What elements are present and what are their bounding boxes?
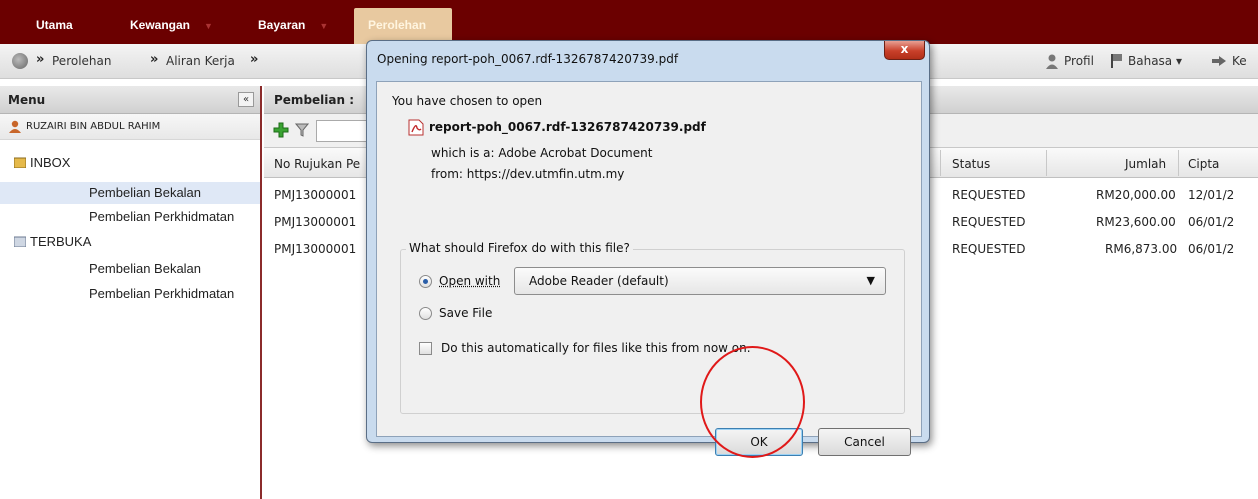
dialog-title: Opening report-poh_0067.rdf-132678742073…	[377, 52, 679, 66]
dialog-file-source: from: https://dev.utmfin.utm.my	[431, 167, 625, 181]
user-icon	[9, 120, 21, 133]
chevron-down-icon: ▼	[866, 274, 875, 287]
breadcrumb-aliran-kerja[interactable]: Aliran Kerja	[166, 54, 235, 68]
open-file-dialog: Opening report-poh_0067.rdf-132678742073…	[366, 40, 930, 456]
auto-action-label[interactable]: Do this automatically for files like thi…	[441, 341, 751, 355]
add-icon[interactable]	[273, 122, 289, 138]
profile-link[interactable]: Profil	[1064, 54, 1094, 68]
open-with-radio[interactable]	[419, 275, 432, 288]
menu-header: Menu «	[0, 86, 260, 114]
home-icon[interactable]	[12, 53, 28, 69]
cell-ref: PMJ13000001	[274, 215, 357, 229]
filter-icon[interactable]	[295, 122, 309, 138]
sidebar-item-inbox-pembelian-perkhidmatan[interactable]: Pembelian Perkhidmatan	[89, 209, 234, 224]
cell-ref: PMJ13000001	[274, 242, 357, 256]
logout-link[interactable]: Ke	[1232, 54, 1247, 68]
cell-status: REQUESTED	[952, 242, 1026, 256]
top-navigation-bar: Utama Kewangan ▼ Bayaran ▼ Perolehan	[0, 0, 1258, 44]
dialog-intro: You have chosen to open	[392, 94, 543, 108]
breadcrumb-separator: »	[36, 52, 45, 67]
cell-created: 12/01/2	[1188, 188, 1235, 202]
user-name: RUZAIRI BIN ABDUL RAHIM	[26, 121, 161, 132]
chevron-down-icon: ▼	[319, 21, 329, 31]
breadcrumb-separator: »	[250, 52, 259, 67]
collapse-button[interactable]: «	[238, 92, 254, 107]
nav-tab-utama[interactable]: Utama	[36, 8, 73, 44]
close-button[interactable]: x	[884, 41, 925, 60]
breadcrumb-separator: »	[150, 52, 159, 67]
cell-amount: RM6,873.00	[1105, 242, 1178, 256]
application-select-value: Adobe Reader (default)	[529, 274, 669, 288]
save-file-radio[interactable]	[419, 307, 432, 320]
nav-tab-label: Kewangan	[130, 18, 191, 32]
highlight-circle-annotation	[700, 346, 805, 458]
cell-amount: RM23,600.00	[1096, 215, 1176, 229]
nav-tab-label: Bayaran	[258, 18, 306, 32]
sidebar-item-inbox[interactable]: INBOX	[30, 155, 70, 170]
dialog-body: You have chosen to open report-poh_0067.…	[376, 81, 922, 456]
nav-tab-label: Perolehan	[368, 18, 427, 32]
cell-created: 06/01/2	[1188, 215, 1235, 229]
column-divider	[940, 150, 941, 176]
cell-created: 06/01/2	[1188, 242, 1235, 256]
action-question: What should Firefox do with this file?	[406, 241, 633, 255]
dialog-filename: report-poh_0067.rdf-1326787420739.pdf	[429, 120, 706, 134]
profile-icon	[1046, 54, 1058, 69]
cell-status: REQUESTED	[952, 215, 1026, 229]
grid-title: Pembelian :	[274, 93, 355, 107]
cell-status: REQUESTED	[952, 188, 1026, 202]
nav-tab-bayaran[interactable]: Bayaran ▼	[258, 8, 328, 44]
flag-icon	[1111, 54, 1122, 68]
nav-tab-perolehan[interactable]: Perolehan	[354, 8, 452, 44]
nav-tab-kewangan[interactable]: Kewangan ▼	[130, 8, 213, 44]
menu-title: Menu	[8, 93, 46, 107]
chevron-down-icon: ▼	[204, 21, 213, 31]
auto-action-checkbox[interactable]	[419, 342, 432, 355]
cell-ref: PMJ13000001	[274, 188, 357, 202]
terbuka-folder-icon	[14, 236, 26, 247]
cell-amount: RM20,000.00	[1096, 188, 1176, 202]
sidebar-item-terbuka-pembelian-perkhidmatan[interactable]: Pembelian Perkhidmatan	[89, 286, 234, 301]
column-divider	[1178, 150, 1179, 176]
breadcrumb-perolehan[interactable]: Perolehan	[52, 54, 111, 68]
sidebar-item-terbuka-pembelian-bekalan[interactable]: Pembelian Bekalan	[89, 261, 201, 276]
user-row[interactable]: RUZAIRI BIN ABDUL RAHIM	[0, 114, 260, 140]
dialog-file-type: which is a: Adobe Acrobat Document	[431, 146, 653, 160]
save-file-label[interactable]: Save File	[439, 306, 492, 320]
menu-panel: Menu « RUZAIRI BIN ABDUL RAHIM INBOX Pem…	[0, 86, 262, 499]
sidebar-item-terbuka[interactable]: TERBUKA	[30, 234, 91, 249]
open-with-label[interactable]: Open with	[439, 274, 500, 288]
sidebar-item-inbox-pembelian-bekalan[interactable]: Pembelian Bekalan	[89, 185, 201, 200]
inbox-folder-icon	[14, 157, 26, 168]
column-header-status[interactable]: Status	[952, 157, 990, 171]
column-header-ref[interactable]: No Rujukan Pe	[274, 157, 360, 171]
logout-arrow-icon	[1212, 56, 1226, 66]
column-header-amount[interactable]: Jumlah	[1125, 157, 1166, 171]
pdf-file-icon	[408, 119, 424, 136]
nav-tab-label: Utama	[36, 18, 73, 32]
column-divider	[1046, 150, 1047, 176]
column-header-created[interactable]: Cipta	[1188, 157, 1219, 171]
cancel-button[interactable]: Cancel	[818, 428, 911, 456]
language-dropdown[interactable]: Bahasa ▾	[1128, 54, 1182, 68]
application-select[interactable]: Adobe Reader (default) ▼	[514, 267, 886, 295]
